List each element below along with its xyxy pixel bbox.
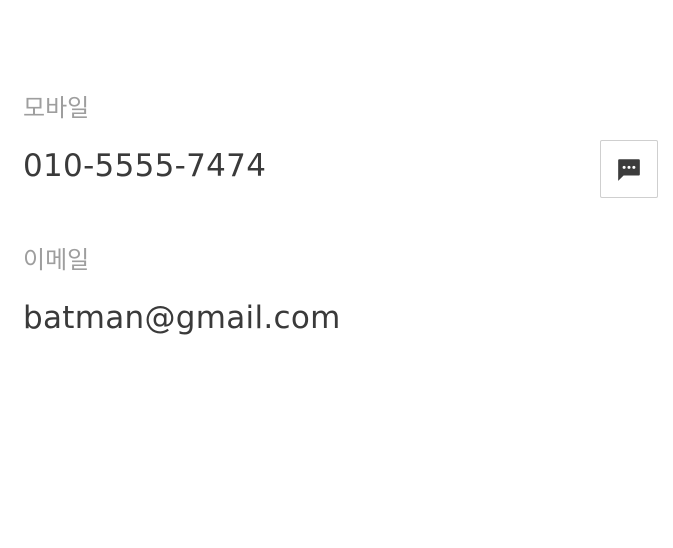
mobile-label: 모바일 bbox=[23, 94, 90, 122]
email-label: 이메일 bbox=[23, 246, 90, 274]
message-icon bbox=[616, 156, 642, 182]
mobile-number[interactable]: 010-5555-7474 bbox=[23, 151, 266, 182]
email-address[interactable]: batman@gmail.com bbox=[23, 303, 341, 334]
send-message-button[interactable] bbox=[600, 140, 658, 198]
